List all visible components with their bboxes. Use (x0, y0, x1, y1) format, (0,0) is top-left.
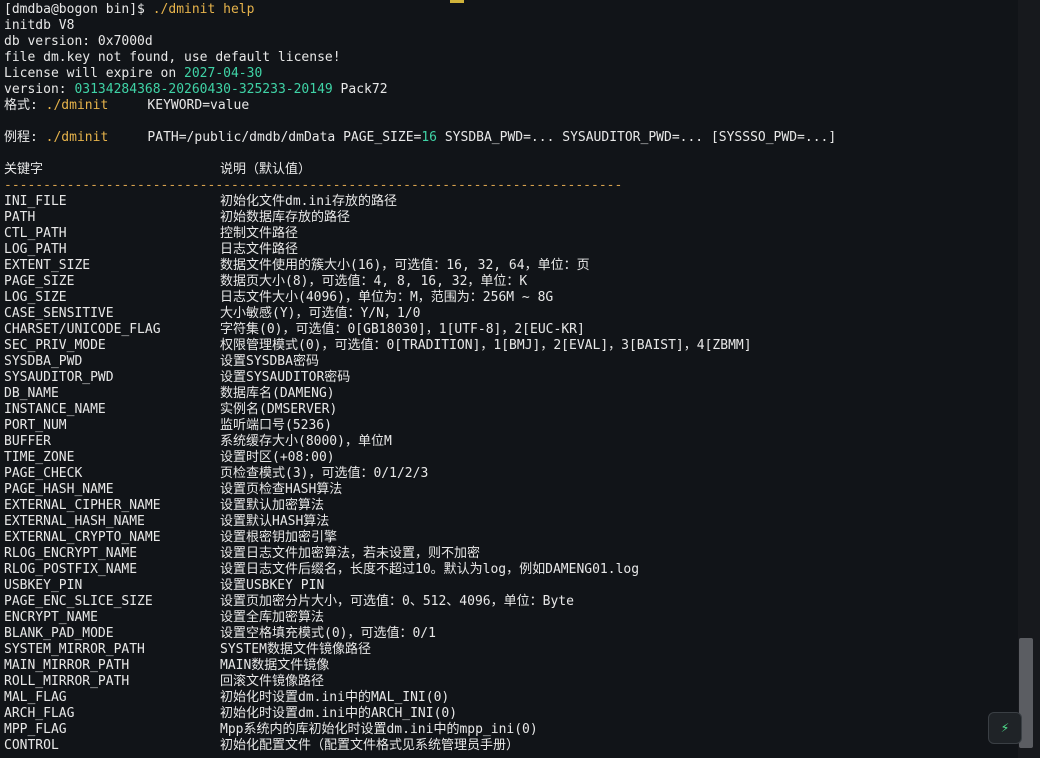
keyword-name: CTL_PATH (4, 226, 67, 241)
output-line-initdb: initdb V8 (4, 18, 75, 33)
output-line-format: 格式: ./dminit KEYWORD=value (4, 98, 249, 114)
keyword-name: CASE_SENSITIVE (4, 306, 114, 321)
keyword-name: USBKEY_PIN (4, 578, 83, 593)
divider-line: ----------------------------------------… (4, 178, 623, 193)
terminal-output[interactable]: [dmdba@bogon bin]$ ./dminit help initdb … (0, 0, 1018, 758)
column-header-keyword: 关键字 (4, 162, 44, 177)
keyword-description: 设置SYSAUDITOR密码 (220, 370, 351, 385)
keyword-name: SYSDBA_PWD (4, 354, 83, 369)
keyword-name: PATH (4, 210, 36, 225)
keyword-name: DB_NAME (4, 386, 59, 401)
keyword-name: MAL_FLAG (4, 690, 67, 705)
keyword-name: TIME_ZONE (4, 450, 75, 465)
example-page-size: 16 (421, 130, 438, 145)
keyword-name: LOG_PATH (4, 242, 67, 257)
output-line-db-version: db version: 0x7000d (4, 34, 153, 49)
keyword-name: CONTROL (4, 738, 59, 753)
lightning-icon[interactable]: ⚡ (988, 712, 1022, 744)
keyword-name: RLOG_ENCRYPT_NAME (4, 546, 138, 561)
command-text: ./dminit help (152, 2, 255, 17)
format-args: KEYWORD=value (108, 98, 250, 113)
format-label: 格式: (4, 98, 46, 113)
keyword-description: 初始化配置文件（配置文件格式见系统管理员手册） (220, 738, 520, 753)
keyword-name: SYSTEM_MIRROR_PATH (4, 642, 145, 657)
keyword-description: 数据库名(DAMENG) (220, 386, 335, 401)
license-expire-date: 2027-04-30 (184, 66, 263, 81)
keyword-name: EXTERNAL_HASH_NAME (4, 514, 145, 529)
column-header-description: 说明（默认值） (220, 162, 312, 177)
keyword-name: PAGE_ENC_SLICE_SIZE (4, 594, 153, 609)
keyword-name: PAGE_SIZE (4, 274, 75, 289)
keyword-description: 数据页大小(8)，可选值：4, 8, 16, 32，单位：K (220, 274, 528, 289)
keyword-description: 日志文件大小(4096)，单位为：M，范围为：256M ~ 8G (220, 290, 554, 305)
keyword-description: 回滚文件镜像路径 (220, 674, 325, 689)
keyword-description: 页检查模式(3)，可选值：0/1/2/3 (220, 466, 429, 481)
version-pack: Pack72 (332, 82, 388, 97)
keyword-description: 权限管理模式(0)，可选值：0[TRADITION]，1[BMJ]，2[EVAL… (220, 338, 752, 353)
keyword-description: 初始化时设置dm.ini中的MAL_INI(0) (220, 690, 450, 705)
keyword-description: 设置默认加密算法 (220, 498, 325, 513)
keyword-description: 设置日志文件加密算法，若未设置，则不加密 (220, 546, 481, 561)
example-label: 例程: (4, 130, 46, 145)
keyword-description: 大小敏感(Y)，可选值：Y/N，1/0 (220, 306, 421, 321)
terminal-top-marker (450, 0, 464, 3)
keyword-description: 设置根密钥加密引擎 (220, 530, 338, 545)
keyword-description: 系统缓存大小(8000)，单位M (220, 434, 392, 449)
keyword-description: 设置全库加密算法 (220, 610, 325, 625)
keyword-description: 数据文件使用的簇大小(16)，可选值：16, 32, 64，单位：页 (220, 258, 590, 273)
keyword-name: BLANK_PAD_MODE (4, 626, 114, 641)
keyword-description: 初始化文件dm.ini存放的路径 (220, 194, 397, 209)
keyword-description: 字符集(0)，可选值：0[GB18030]，1[UTF-8]，2[EUC-KR] (220, 322, 585, 337)
prompt-line: [dmdba@bogon bin]$ ./dminit help (4, 2, 254, 18)
keyword-name: SEC_PRIV_MODE (4, 338, 106, 353)
output-line-example: 例程: ./dminit PATH=/public/dmdb/dmData PA… (4, 130, 836, 146)
keyword-name: SYSAUDITOR_PWD (4, 370, 114, 385)
keyword-description: 日志文件路径 (220, 242, 299, 257)
keyword-name: PAGE_HASH_NAME (4, 482, 114, 497)
keyword-description: 初始化时设置dm.ini中的ARCH_INI(0) (220, 706, 458, 721)
example-command: ./dminit (45, 130, 109, 145)
output-line-version: version: 03134284368-20260430-325233-201… (4, 82, 388, 98)
keyword-name: PORT_NUM (4, 418, 67, 433)
keyword-name: EXTENT_SIZE (4, 258, 91, 273)
keyword-name: EXTERNAL_CIPHER_NAME (4, 498, 161, 513)
keyword-description: 设置日志文件后缀名，长度不超过10。默认为log，例如DAMENG01.log (220, 562, 640, 577)
keyword-description: MAIN数据文件镜像 (220, 658, 330, 673)
keyword-name: PAGE_CHECK (4, 466, 83, 481)
output-line-license-warning: file dm.key not found, use default licen… (4, 50, 341, 65)
keyword-name: ARCH_FLAG (4, 706, 75, 721)
keyword-name: ENCRYPT_NAME (4, 610, 98, 625)
keyword-description: 控制文件路径 (220, 226, 299, 241)
example-args-2: SYSDBA_PWD=... SYSAUDITOR_PWD=... [SYSSS… (437, 130, 837, 145)
keyword-description: 设置空格填充模式(0)，可选值：0/1 (220, 626, 436, 641)
keyword-description: 初始数据库存放的路径 (220, 210, 351, 225)
example-args-1: PATH=/public/dmdb/dmData PAGE_SIZE= (108, 130, 422, 145)
keyword-name: MPP_FLAG (4, 722, 67, 737)
keyword-description: 设置默认HASH算法 (220, 514, 330, 529)
keyword-name: LOG_SIZE (4, 290, 67, 305)
output-line-license-expire: License will expire on 2027-04-30 (4, 66, 262, 82)
version-label: version: (4, 82, 75, 97)
keyword-name: INSTANCE_NAME (4, 402, 106, 417)
keyword-description: 实例名(DMSERVER) (220, 402, 338, 417)
keyword-name: INI_FILE (4, 194, 67, 209)
keyword-name: EXTERNAL_CRYPTO_NAME (4, 530, 161, 545)
shell-prompt: [dmdba@bogon bin]$ (4, 2, 153, 17)
version-number: 03134284368-20260430-325233-20149 (74, 82, 333, 97)
keyword-description: SYSTEM数据文件镜像路径 (220, 642, 371, 657)
keyword-name: CHARSET/UNICODE_FLAG (4, 322, 161, 337)
format-command: ./dminit (45, 98, 109, 113)
keyword-name: ROLL_MIRROR_PATH (4, 674, 130, 689)
keyword-description: 监听端口号(5236) (220, 418, 332, 433)
keyword-description: Mpp系统内的库初始化时设置dm.ini中的mpp_ini(0) (220, 722, 538, 737)
keyword-description: 设置时区(+08:00) (220, 450, 335, 465)
keyword-name: RLOG_POSTFIX_NAME (4, 562, 138, 577)
license-expire-label: License will expire on (4, 66, 185, 81)
keyword-description: 设置页加密分片大小，可选值：0、512、4096，单位：Byte (220, 594, 574, 609)
keyword-description: 设置页检查HASH算法 (220, 482, 343, 497)
keyword-name: MAIN_MIRROR_PATH (4, 658, 130, 673)
keyword-description: 设置USBKEY PIN (220, 578, 325, 593)
keyword-name: BUFFER (4, 434, 51, 449)
keyword-description: 设置SYSDBA密码 (220, 354, 319, 369)
